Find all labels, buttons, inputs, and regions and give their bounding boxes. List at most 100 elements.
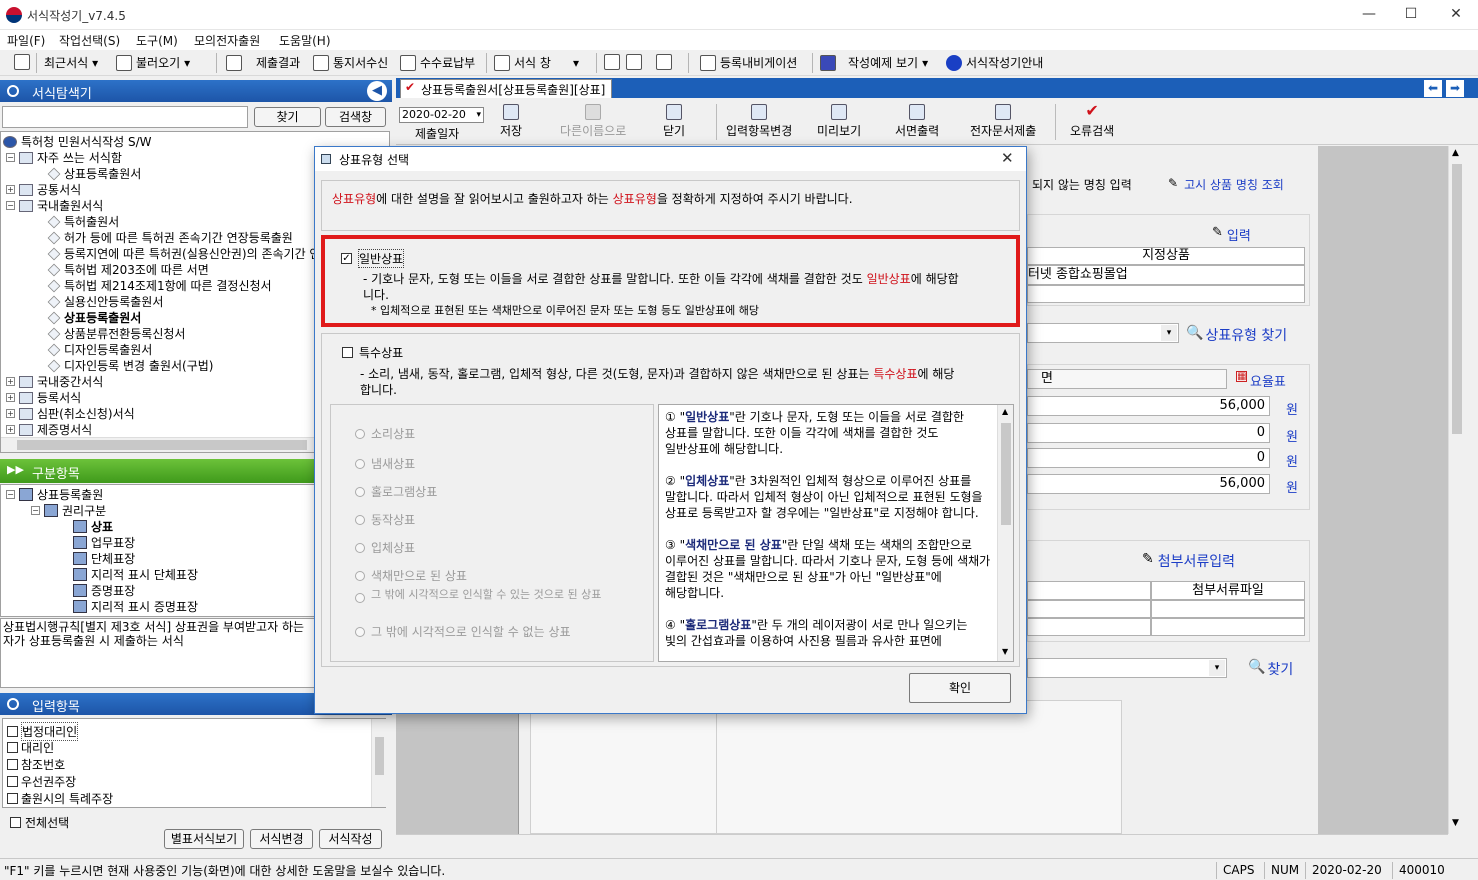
print-button[interactable]: 서면출력 xyxy=(895,104,939,139)
example-view-button[interactable]: 작성예제 보기 ▾ xyxy=(820,54,928,71)
non-visual-radio[interactable]: 그 밖에 시각적으로 인식할 수 없는 상표 xyxy=(355,623,571,640)
scroll-thumb[interactable] xyxy=(17,440,307,450)
category-certification[interactable]: 증명표장 xyxy=(73,582,135,599)
e-submit-button[interactable]: 전자문서제출 xyxy=(970,104,1036,139)
tree-root[interactable]: 특허청 민원서식작성 S/W xyxy=(3,133,152,150)
help-scrollbar[interactable]: ▲ ▼ xyxy=(997,405,1013,661)
tree-item-selected[interactable]: 상표등록출원서 xyxy=(47,309,141,326)
scroll-thumb[interactable] xyxy=(1452,164,1462,434)
submit-result-button[interactable]: 제출결과 xyxy=(226,54,300,71)
guide-button[interactable]: 서식작성기안내 xyxy=(946,54,1043,71)
next-doc-icon[interactable]: ➡ xyxy=(1446,80,1464,97)
search-window-button[interactable]: 검색창 xyxy=(325,107,386,127)
designated-goods-value[interactable]: 인터넷 종합쇼핑몰업 xyxy=(1027,265,1305,285)
input-item-checkbox[interactable]: 출원시의 특례주장 xyxy=(7,790,113,807)
trademark-type-select[interactable]: ▾ xyxy=(1027,323,1179,343)
fee-total[interactable]: 56,000 xyxy=(1027,474,1270,494)
write-form-button[interactable]: 서식작성 xyxy=(319,829,382,849)
menu-mock-filing[interactable]: 모의전자출원 xyxy=(194,32,260,49)
attachment-view-button[interactable]: 별표서식보기 xyxy=(164,829,244,849)
tool-icon-1[interactable] xyxy=(604,54,620,70)
tree-item[interactable]: 디자인등록출원서 xyxy=(47,341,152,358)
input-item-checkbox[interactable]: 우선권주장 xyxy=(7,773,76,790)
bottom-select[interactable]: ▾ xyxy=(1027,658,1227,678)
save-as-button[interactable]: 다른이름으로 xyxy=(560,104,626,139)
tree-interim[interactable]: + 국내중간서식 xyxy=(6,373,103,390)
scroll-down-icon[interactable]: ▼ xyxy=(1002,647,1008,656)
select-all-checkbox[interactable]: 전체선택 xyxy=(10,814,69,831)
tree-certificate[interactable]: + 제증명서식 xyxy=(6,421,92,438)
scroll-up-icon[interactable]: ▲ xyxy=(1002,407,1008,416)
attach-cell[interactable] xyxy=(1027,618,1151,636)
preview-button[interactable]: 미리보기 xyxy=(817,104,861,139)
hologram-radio[interactable]: 홀로그램상표 xyxy=(355,483,437,500)
category-rights[interactable]: − 권리구분 xyxy=(31,502,106,519)
tree-item[interactable]: 특허출원서 xyxy=(47,213,119,230)
save-button[interactable]: 저장 xyxy=(500,104,522,139)
date-picker[interactable]: 2020-02-20 ▾ xyxy=(399,107,484,123)
attach-cell[interactable] xyxy=(1151,600,1305,618)
document-hscrollbar[interactable] xyxy=(396,834,1448,856)
tree-registration[interactable]: + 등록서식 xyxy=(6,389,81,406)
category-geo-certification[interactable]: 지리적 표시 증명표장 xyxy=(73,598,198,615)
scroll-thumb[interactable] xyxy=(1001,423,1011,525)
category-geo-collective[interactable]: 지리적 표시 단체표장 xyxy=(73,566,198,583)
tree-item[interactable]: 실용신안등록출원서 xyxy=(47,293,163,310)
close-icon[interactable]: ✕ xyxy=(1446,6,1466,22)
menu-file[interactable]: 파일(F) xyxy=(7,32,45,49)
tree-item[interactable]: 특허법 제214조제1항에 따른 결정신청서 xyxy=(47,277,272,294)
menu-task[interactable]: 작업선택(S) xyxy=(59,32,120,49)
scroll-thumb[interactable] xyxy=(375,737,384,775)
prev-doc-icon[interactable]: ⬅ xyxy=(1424,80,1442,97)
close-doc-button[interactable]: 닫기 xyxy=(663,104,685,139)
category-root[interactable]: − 상표등록출원 xyxy=(6,486,103,503)
find-type-button[interactable]: 🔍 상표유형 찾기 xyxy=(1186,325,1287,345)
document-tab[interactable]: ✔ 상표등록출원서[상표등록출원][상표] xyxy=(400,79,613,98)
tool-icon-2[interactable] xyxy=(626,54,642,70)
registration-nav-button[interactable]: 등록내비게이션 xyxy=(700,54,797,71)
fee-value[interactable]: 0 xyxy=(1027,448,1270,468)
change-items-button[interactable]: 입력항목변경 xyxy=(726,104,792,139)
designated-goods-empty-row[interactable] xyxy=(1027,285,1305,303)
tree-favorites[interactable]: − 자주 쓰는 서식함 xyxy=(6,149,122,166)
change-form-button[interactable]: 서식변경 xyxy=(250,829,313,849)
tree-domestic[interactable]: − 국내출원서식 xyxy=(6,197,103,214)
explorer-search-input[interactable] xyxy=(2,106,248,128)
attach-cell[interactable] xyxy=(1151,618,1305,636)
open-button[interactable]: 불러오기 ▾ xyxy=(116,54,190,71)
attach-cell[interactable] xyxy=(1027,600,1151,618)
find-button[interactable]: 찾기 xyxy=(254,107,321,127)
sound-radio[interactable]: 소리상표 xyxy=(355,425,415,442)
form-window-button[interactable]: 서식 창 ▾ xyxy=(494,54,579,71)
unlisted-name-input-label[interactable]: 되지 않는 명칭 입력 xyxy=(1032,176,1132,193)
new-icon[interactable] xyxy=(14,54,30,70)
attach-input-link[interactable]: ✎ 첨부서류입력 xyxy=(1142,551,1235,571)
smell-radio[interactable]: 냄새상표 xyxy=(355,455,415,472)
input-link[interactable]: ✎ 입력 xyxy=(1212,225,1251,244)
category-service-mark[interactable]: 업무표장 xyxy=(73,534,135,551)
input-item-checkbox[interactable]: 참조번호 xyxy=(7,756,65,773)
general-trademark-checkbox[interactable]: ✓ 일반상표 xyxy=(341,249,405,268)
visual-other-radio[interactable]: 그 밖에 시각적으로 인식할 수 있는 것으로 된 상표 xyxy=(355,589,625,603)
tree-item[interactable]: 허가 등에 따른 특허권 존속기간 연장등록출원 xyxy=(47,229,293,246)
tree-item[interactable]: 상품분류전환등록신청서 xyxy=(47,325,185,342)
find-link[interactable]: 🔍 찾기 xyxy=(1248,659,1293,679)
tree-trial[interactable]: + 심판(취소신청)서식 xyxy=(6,405,135,422)
fee-value[interactable]: 56,000 xyxy=(1027,396,1270,416)
menu-help[interactable]: 도움말(H) xyxy=(279,32,331,49)
tree-item[interactable]: 특허법 제203조에 따른 서면 xyxy=(47,261,209,278)
scroll-down-icon[interactable]: ▼ xyxy=(1452,818,1459,828)
help-text-box[interactable]: ① "일반상표"란 기호나 문자, 도형 또는 이들을 서로 결합한 상표를 말… xyxy=(658,404,1014,662)
input-item-checkbox[interactable]: 대리인 xyxy=(7,739,54,756)
notice-lookup-link[interactable]: ✎ 고시 상품 명칭 조회 xyxy=(1168,176,1284,193)
tree-item[interactable]: 상표등록출원서 xyxy=(47,165,141,182)
color-only-radio[interactable]: 색채만으로 된 상표 xyxy=(355,567,467,584)
scroll-up-icon[interactable]: ▲ xyxy=(1452,148,1459,158)
error-check-button[interactable]: ✔ 오류검색 xyxy=(1070,103,1114,139)
fee-value[interactable]: 0 xyxy=(1027,423,1270,443)
document-vscrollbar[interactable]: ▲ ▼ xyxy=(1448,146,1464,834)
minimize-icon[interactable]: — xyxy=(1359,6,1379,22)
category-trademark[interactable]: 상표 xyxy=(73,518,113,535)
collapse-left-icon[interactable]: ◀ xyxy=(367,81,387,101)
vertical-scrollbar[interactable] xyxy=(371,719,386,807)
